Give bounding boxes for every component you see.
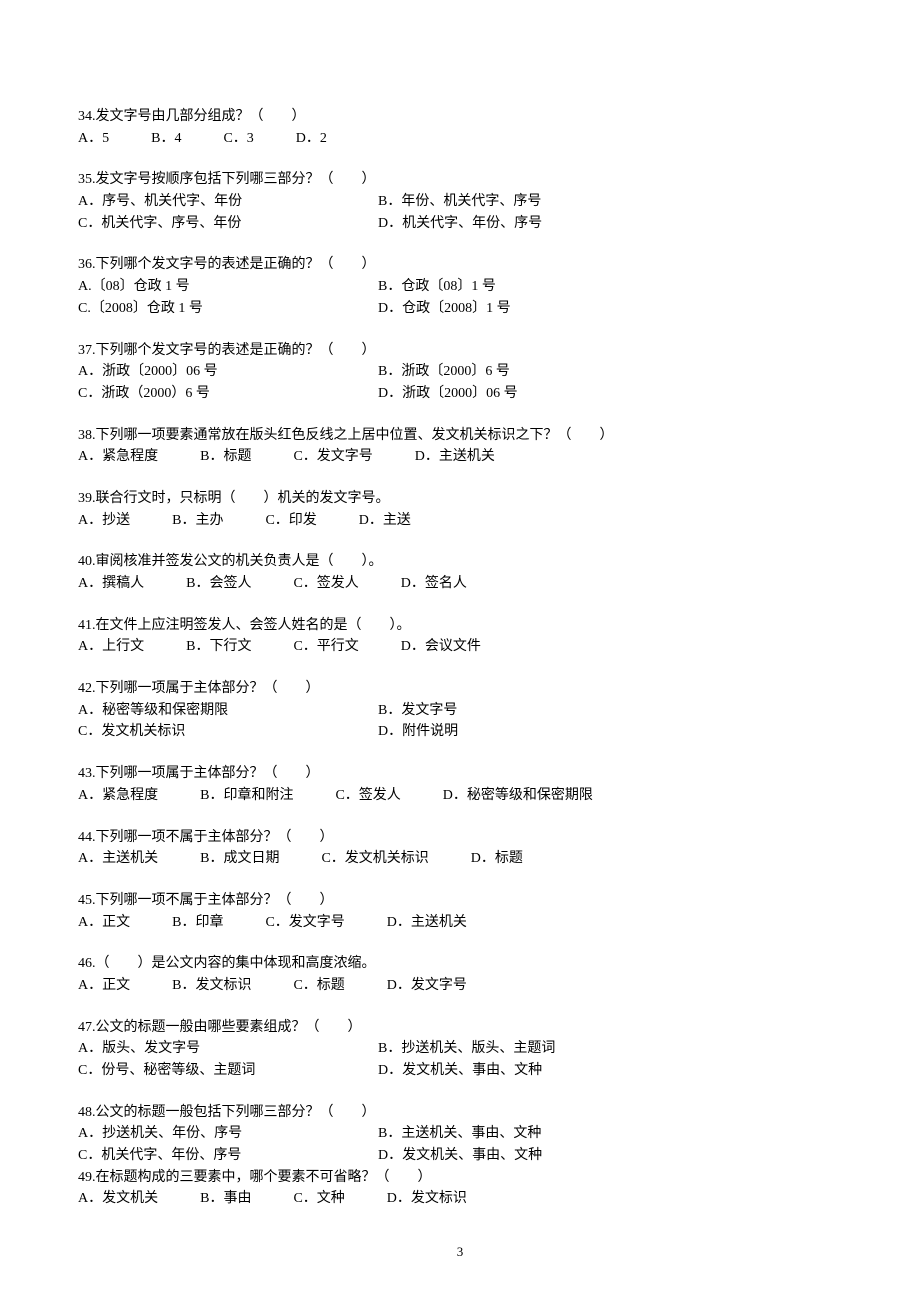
question-options: A．紧急程度 B．标题 C．发文字号 D．主送机关 — [78, 446, 842, 468]
question-options: A．5 B．4 C．3 D．2 — [78, 128, 842, 150]
option-b: B．抄送机关、版头、主题词 — [378, 1038, 842, 1060]
option-row: A．序号、机关代字、年份 B．年份、机关代字、序号 — [78, 191, 842, 213]
question-options: A．上行文 B．下行文 C．平行文 D．会议文件 — [78, 636, 842, 658]
question-45: 45.下列哪一项不属于主体部分？（ ） A．正文 B．印章 C．发文字号 D．主… — [78, 890, 842, 933]
question-stem: 47.公文的标题一般由哪些要素组成？（ ） — [78, 1017, 842, 1039]
option-d: D．附件说明 — [378, 721, 842, 743]
question-48: 48.公文的标题一般包括下列哪三部分？（ ） A．抄送机关、年份、序号 B．主送… — [78, 1102, 842, 1167]
question-stem: 38.下列哪一项要素通常放在版头红色反线之上居中位置、发文机关标识之下？（ ） — [78, 425, 842, 447]
option-c: C．机关代字、序号、年份 — [78, 213, 378, 235]
option-c: C．发文机关标识 — [78, 721, 378, 743]
option-a: A．浙政〔2000〕06 号 — [78, 361, 378, 383]
question-stem: 40.审阅核准并签发公文的机关负责人是（ ）。 — [78, 551, 842, 573]
option-b: B．浙政〔2000〕6 号 — [378, 361, 842, 383]
option-d: D．仓政〔2008〕1 号 — [378, 298, 842, 320]
question-38: 38.下列哪一项要素通常放在版头红色反线之上居中位置、发文机关标识之下？（ ） … — [78, 425, 842, 468]
option-c: C．机关代字、年份、序号 — [78, 1145, 378, 1167]
option-d: D．浙政〔2000〕06 号 — [378, 383, 842, 405]
question-49: 49.在标题构成的三要素中，哪个要素不可省略？（ ） A．发文机关 B．事由 C… — [78, 1167, 842, 1210]
question-options: A．紧急程度 B．印章和附注 C．签发人 D．秘密等级和保密期限 — [78, 785, 842, 807]
question-43: 43.下列哪一项属于主体部分？（ ） A．紧急程度 B．印章和附注 C．签发人 … — [78, 763, 842, 806]
document-page: 34.发文字号由几部分组成？（ ） A．5 B．4 C．3 D．2 35.发文字… — [0, 0, 920, 1302]
option-c: C．份号、秘密等级、主题词 — [78, 1060, 378, 1082]
question-stem: 49.在标题构成的三要素中，哪个要素不可省略？（ ） — [78, 1167, 842, 1189]
question-stem: 41.在文件上应注明签发人、会签人姓名的是（ ）。 — [78, 615, 842, 637]
question-stem: 37.下列哪个发文字号的表述是正确的？（ ） — [78, 340, 842, 362]
question-37: 37.下列哪个发文字号的表述是正确的？（ ） A．浙政〔2000〕06 号 B．… — [78, 340, 842, 405]
option-b: B．仓政〔08〕1 号 — [378, 276, 842, 298]
question-stem: 43.下列哪一项属于主体部分？（ ） — [78, 763, 842, 785]
question-40: 40.审阅核准并签发公文的机关负责人是（ ）。 A．撰稿人 B．会签人 C．签发… — [78, 551, 842, 594]
option-row: C．机关代字、年份、序号 D．发文机关、事由、文种 — [78, 1145, 842, 1167]
option-row: C.〔2008〕仓政 1 号 D．仓政〔2008〕1 号 — [78, 298, 842, 320]
option-row: A．浙政〔2000〕06 号 B．浙政〔2000〕6 号 — [78, 361, 842, 383]
question-options: A．撰稿人 B．会签人 C．签发人 D．签名人 — [78, 573, 842, 595]
option-a: A.〔08〕仓政 1 号 — [78, 276, 378, 298]
question-stem: 44.下列哪一项不属于主体部分？（ ） — [78, 827, 842, 849]
question-39: 39.联合行文时，只标明（ ）机关的发文字号。 A．抄送 B．主办 C．印发 D… — [78, 488, 842, 531]
option-row: C．浙政（2000）6 号 D．浙政〔2000〕06 号 — [78, 383, 842, 405]
question-stem: 36.下列哪个发文字号的表述是正确的？（ ） — [78, 254, 842, 276]
question-36: 36.下列哪个发文字号的表述是正确的？（ ） A.〔08〕仓政 1 号 B．仓政… — [78, 254, 842, 319]
question-stem: 42.下列哪一项属于主体部分？（ ） — [78, 678, 842, 700]
question-options: A．正文 B．发文标识 C．标题 D．发文字号 — [78, 975, 842, 997]
option-row: C．发文机关标识 D．附件说明 — [78, 721, 842, 743]
question-stem: 39.联合行文时，只标明（ ）机关的发文字号。 — [78, 488, 842, 510]
option-a: A．秘密等级和保密期限 — [78, 700, 378, 722]
option-b: B．年份、机关代字、序号 — [378, 191, 842, 213]
option-c: C．浙政（2000）6 号 — [78, 383, 378, 405]
question-stem: 35.发文字号按顺序包括下列哪三部分？（ ） — [78, 169, 842, 191]
option-row: A．抄送机关、年份、序号 B．主送机关、事由、文种 — [78, 1123, 842, 1145]
option-row: A．秘密等级和保密期限 B．发文字号 — [78, 700, 842, 722]
option-b: B．主送机关、事由、文种 — [378, 1123, 842, 1145]
page-number: 3 — [78, 1242, 842, 1262]
question-34: 34.发文字号由几部分组成？（ ） A．5 B．4 C．3 D．2 — [78, 106, 842, 149]
option-d: D．机关代字、年份、序号 — [378, 213, 842, 235]
question-options: A．抄送 B．主办 C．印发 D．主送 — [78, 510, 842, 532]
option-row: A.〔08〕仓政 1 号 B．仓政〔08〕1 号 — [78, 276, 842, 298]
option-row: C．份号、秘密等级、主题词 D．发文机关、事由、文种 — [78, 1060, 842, 1082]
question-35: 35.发文字号按顺序包括下列哪三部分？（ ） A．序号、机关代字、年份 B．年份… — [78, 169, 842, 234]
question-46: 46.（ ）是公文内容的集中体现和高度浓缩。 A．正文 B．发文标识 C．标题 … — [78, 953, 842, 996]
question-44: 44.下列哪一项不属于主体部分？（ ） A．主送机关 B．成文日期 C．发文机关… — [78, 827, 842, 870]
option-a: A．抄送机关、年份、序号 — [78, 1123, 378, 1145]
question-options: A．正文 B．印章 C．发文字号 D．主送机关 — [78, 912, 842, 934]
option-b: B．发文字号 — [378, 700, 842, 722]
question-stem: 48.公文的标题一般包括下列哪三部分？（ ） — [78, 1102, 842, 1124]
question-42: 42.下列哪一项属于主体部分？（ ） A．秘密等级和保密期限 B．发文字号 C．… — [78, 678, 842, 743]
question-41: 41.在文件上应注明签发人、会签人姓名的是（ ）。 A．上行文 B．下行文 C．… — [78, 615, 842, 658]
option-d: D．发文机关、事由、文种 — [378, 1060, 842, 1082]
option-a: A．版头、发文字号 — [78, 1038, 378, 1060]
question-stem: 45.下列哪一项不属于主体部分？（ ） — [78, 890, 842, 912]
option-a: A．序号、机关代字、年份 — [78, 191, 378, 213]
question-options: A．主送机关 B．成文日期 C．发文机关标识 D．标题 — [78, 848, 842, 870]
question-options: A．发文机关 B．事由 C．文种 D．发文标识 — [78, 1188, 842, 1210]
question-stem: 46.（ ）是公文内容的集中体现和高度浓缩。 — [78, 953, 842, 975]
question-47: 47.公文的标题一般由哪些要素组成？（ ） A．版头、发文字号 B．抄送机关、版… — [78, 1017, 842, 1082]
option-c: C.〔2008〕仓政 1 号 — [78, 298, 378, 320]
option-d: D．发文机关、事由、文种 — [378, 1145, 842, 1167]
option-row: C．机关代字、序号、年份 D．机关代字、年份、序号 — [78, 213, 842, 235]
option-row: A．版头、发文字号 B．抄送机关、版头、主题词 — [78, 1038, 842, 1060]
question-stem: 34.发文字号由几部分组成？（ ） — [78, 106, 842, 128]
